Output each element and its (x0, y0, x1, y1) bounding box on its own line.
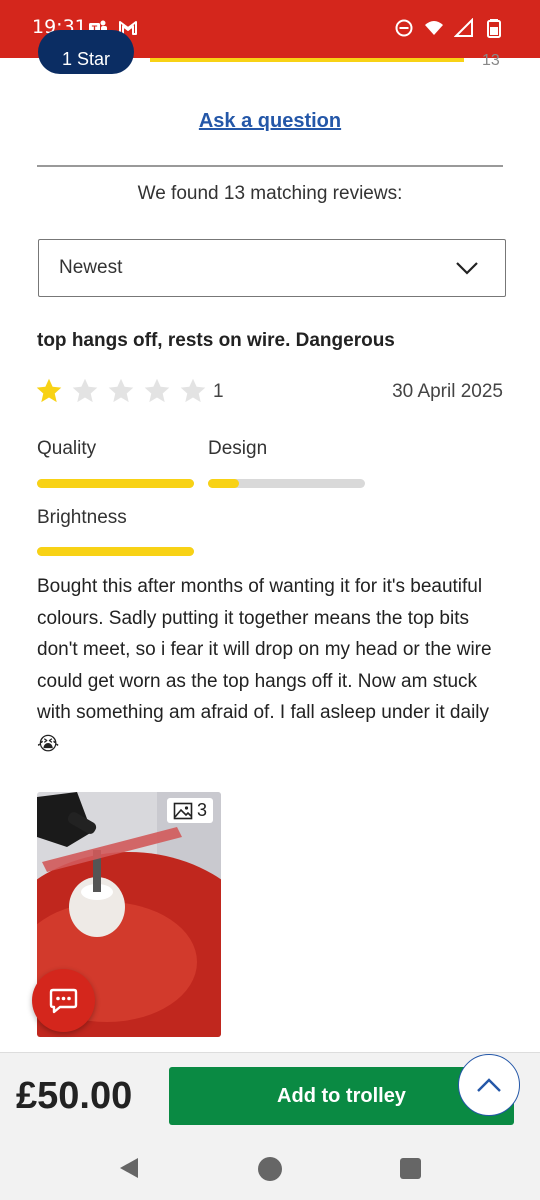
price: £50.00 (16, 1075, 133, 1117)
star-empty-icon (180, 378, 206, 403)
ask-question-link[interactable]: Ask a question (0, 110, 540, 133)
attribute-label-brightness: Brightness (37, 507, 127, 528)
sort-selected-value: Newest (59, 257, 123, 278)
battery-icon (487, 19, 501, 38)
attribute-fill (37, 479, 194, 488)
recent-apps-icon[interactable] (400, 1158, 421, 1179)
photo-count-badge: 3 (166, 798, 213, 823)
home-icon[interactable] (258, 1157, 282, 1181)
system-nav-bar (0, 1138, 540, 1200)
star-filter-pill[interactable]: 1 Star (38, 30, 134, 74)
review-title: top hangs off, rests on wire. Dangerous (37, 330, 395, 351)
back-icon[interactable] (118, 1156, 140, 1180)
divider (37, 165, 503, 167)
review-count-text: We found 13 matching reviews: (137, 183, 403, 204)
attribute-bar-quality (37, 479, 194, 488)
attribute-bar-design (208, 479, 365, 488)
scroll-to-top-button[interactable] (458, 1054, 520, 1116)
review-body: Bought this after months of wanting it f… (37, 576, 492, 755)
star-empty-icon (144, 378, 170, 403)
chat-icon (49, 988, 78, 1014)
star-distribution-count: 13 (482, 52, 500, 69)
signal-icon (454, 18, 473, 37)
chevron-down-icon (456, 262, 478, 275)
attribute-label-design: Design (208, 438, 268, 459)
chat-button[interactable] (32, 969, 95, 1032)
attribute-bar-brightness (37, 547, 194, 556)
review-date: 30 April 2025 (392, 381, 503, 402)
star-distribution-bar (150, 58, 464, 62)
do-not-disturb-icon (395, 19, 413, 37)
sort-dropdown[interactable]: Newest (38, 239, 506, 297)
chevron-up-icon (477, 1078, 501, 1092)
star-empty-icon (108, 378, 134, 403)
star-empty-icon (72, 378, 98, 403)
attribute-fill (37, 547, 194, 556)
attribute-fill (208, 479, 240, 488)
wifi-icon (425, 21, 443, 35)
star-filled-icon (36, 378, 62, 403)
attribute-label-quality: Quality (37, 438, 97, 459)
image-icon (173, 802, 193, 819)
star-filter-label: 1 Star (61, 49, 111, 69)
photo-count: 3 (196, 800, 207, 820)
star-rating (35, 377, 207, 405)
rating-value: 1 (213, 381, 224, 402)
